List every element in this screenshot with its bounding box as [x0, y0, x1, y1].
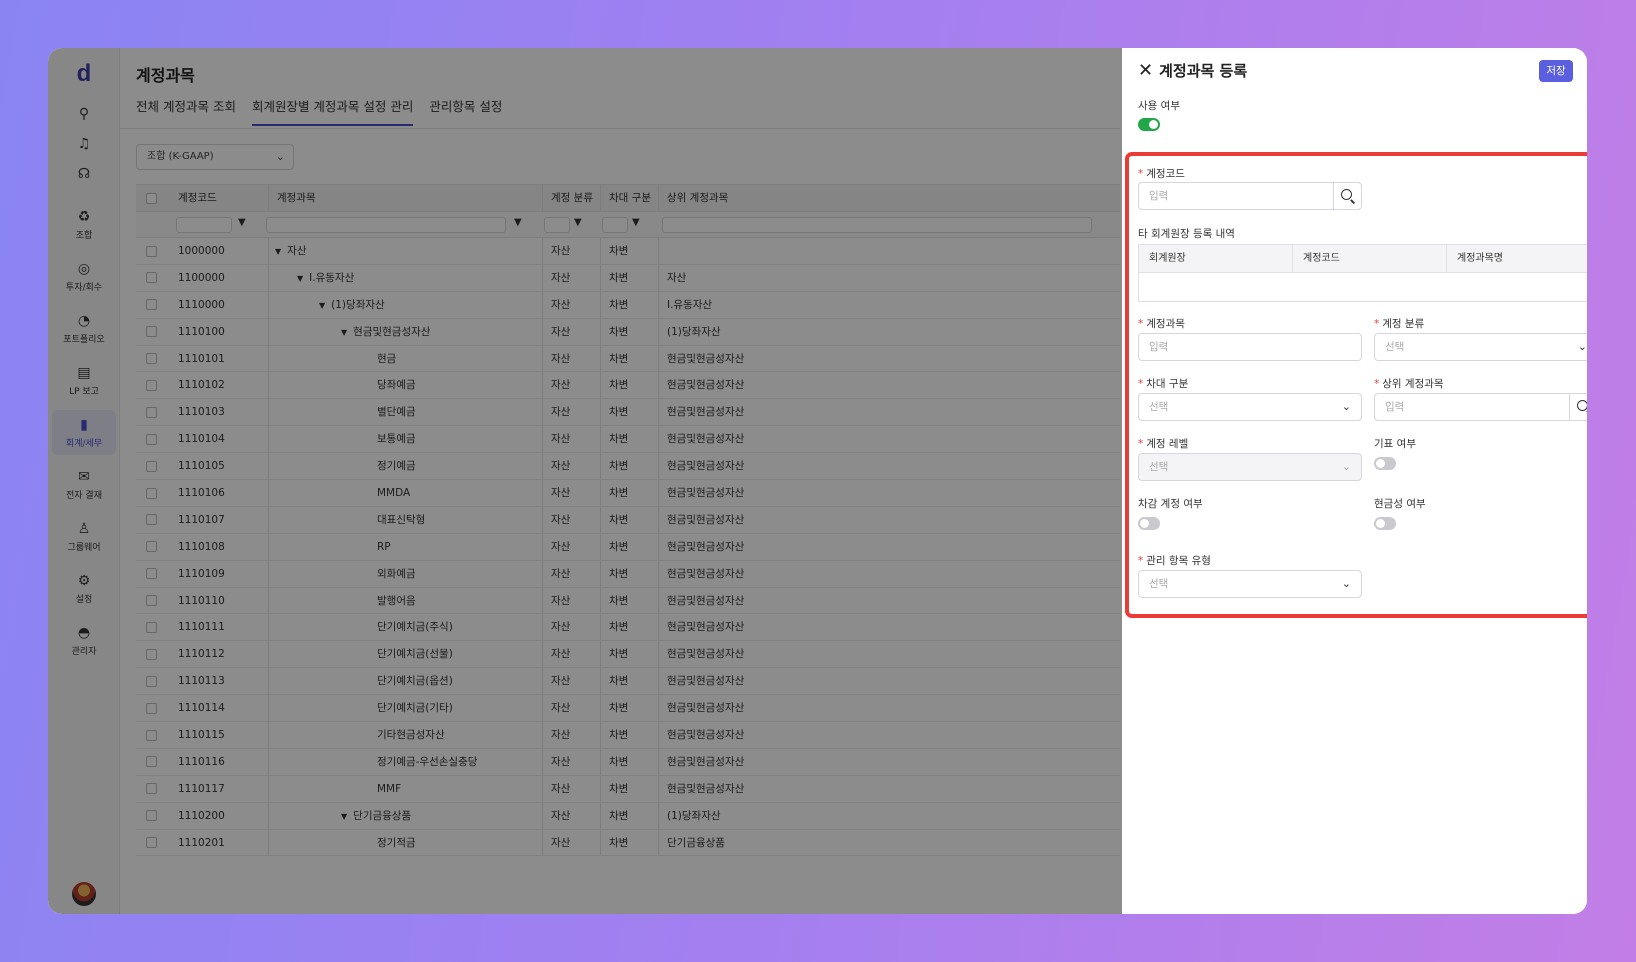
voucher-toggle[interactable] [1374, 457, 1396, 470]
level-placeholder: 선택 [1149, 461, 1169, 473]
dc-label-text: 차대 구분 [1146, 378, 1189, 390]
use-toggle[interactable] [1138, 118, 1160, 131]
voucher-label: 기표 여부 [1374, 438, 1416, 450]
parent-placeholder: 입력 [1385, 401, 1405, 413]
account-name-placeholder: 입력 [1149, 341, 1169, 353]
parent-label: * 상위 계정과목 [1374, 376, 1444, 391]
close-icon[interactable]: ✕ [1138, 60, 1153, 81]
account-class-select[interactable]: 선택 ⌄ [1374, 333, 1587, 361]
cash-toggle[interactable] [1374, 517, 1396, 530]
account-name-label-text: 계정과목 [1146, 318, 1185, 330]
save-button[interactable]: 저장 [1539, 60, 1573, 82]
other-ledger-empty-row [1139, 273, 1587, 301]
required-mark: * [1138, 555, 1144, 567]
mgmt-type-placeholder: 선택 [1149, 578, 1169, 590]
dc-placeholder: 선택 [1149, 401, 1169, 413]
parent-search-button[interactable] [1569, 394, 1587, 420]
col-code: 계정코드 [1293, 245, 1447, 273]
level-select: 선택 ⌄ [1138, 453, 1362, 481]
dc-select[interactable]: 선택 ⌄ [1138, 393, 1362, 421]
chevron-down-icon: ⌄ [1341, 400, 1351, 413]
other-ledger-table: 회계원장 계정코드 계정과목명 [1138, 244, 1587, 302]
other-ledger-label: 타 회계원장 등록 내역 [1138, 228, 1235, 240]
parent-label-text: 상위 계정과목 [1382, 378, 1444, 390]
required-mark: * [1374, 378, 1380, 390]
account-code-input[interactable]: 입력 [1138, 182, 1362, 210]
level-label: * 계정 레벨 [1138, 436, 1188, 451]
required-mark: * [1374, 318, 1380, 330]
highlight-box [1125, 152, 1587, 618]
account-class-label: * 계정 분류 [1374, 316, 1424, 331]
level-label-text: 계정 레벨 [1146, 438, 1189, 450]
account-name-input[interactable]: 입력 [1138, 333, 1362, 361]
register-account-panel: ✕ 계정과목 등록 저장 사용 여부 * 계정코드 입력 타 회계원장 등록 내역 … [1122, 48, 1587, 914]
panel-title-text: 계정과목 등록 [1159, 62, 1248, 80]
dc-label: * 차대 구분 [1138, 376, 1188, 391]
account-class-label-text: 계정 분류 [1382, 318, 1425, 330]
search-icon [1577, 400, 1587, 411]
mgmt-type-select[interactable]: 선택 ⌄ [1138, 570, 1362, 598]
mgmt-type-label: * 관리 항목 유형 [1138, 553, 1211, 568]
col-ledger: 회계원장 [1139, 245, 1293, 273]
contra-toggle[interactable] [1138, 517, 1160, 530]
use-label: 사용 여부 [1138, 100, 1180, 112]
required-mark: * [1138, 168, 1144, 180]
other-ledger-header: 회계원장 계정코드 계정과목명 [1139, 245, 1587, 273]
chevron-down-icon: ⌄ [1341, 577, 1351, 590]
toggle-knob [1140, 519, 1149, 528]
panel-title: ✕ 계정과목 등록 [1138, 60, 1247, 81]
chevron-down-icon: ⌄ [1577, 340, 1587, 353]
app-window: d ⚲ ♫ ☊ ♻ 조합 ◎ 투자/회수 ◔ 포트폴리오 ▤ LP 보고 ▮ 회계/세무 ✉ 전자 결… [48, 48, 1587, 914]
account-code-label: * 계정코드 [1138, 166, 1185, 181]
col-account-name: 계정과목명 [1457, 253, 1503, 264]
account-class-placeholder: 선택 [1385, 341, 1405, 353]
chevron-down-icon: ⌄ [1341, 460, 1351, 473]
toggle-knob [1376, 459, 1385, 468]
required-mark: * [1138, 378, 1144, 390]
contra-label: 차감 계정 여부 [1138, 498, 1203, 510]
toggle-knob [1149, 120, 1158, 129]
parent-account-input[interactable]: 입력 [1374, 393, 1587, 421]
cash-label: 현금성 여부 [1374, 498, 1426, 510]
account-code-search-button[interactable] [1333, 183, 1361, 209]
required-mark: * [1138, 318, 1144, 330]
required-mark: * [1138, 438, 1144, 450]
search-icon [1341, 189, 1352, 200]
toggle-knob [1376, 519, 1385, 528]
account-code-placeholder: 입력 [1149, 190, 1169, 202]
account-name-label: * 계정과목 [1138, 316, 1185, 331]
mgmt-type-label-text: 관리 항목 유형 [1146, 555, 1211, 567]
modal-backdrop[interactable] [48, 48, 1122, 914]
account-code-label-text: 계정코드 [1146, 168, 1185, 180]
